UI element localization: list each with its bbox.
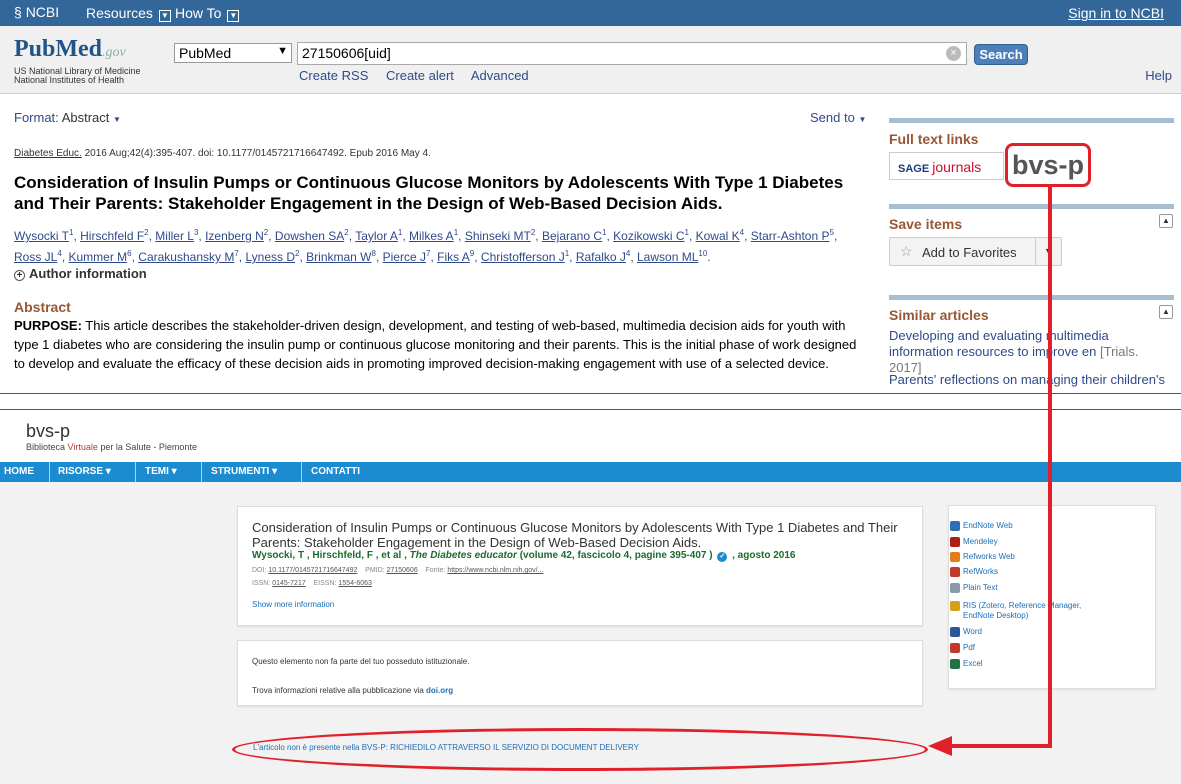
arrow-line <box>950 187 1052 748</box>
arrow-head <box>928 736 952 756</box>
annotation-arrow <box>928 187 1052 756</box>
